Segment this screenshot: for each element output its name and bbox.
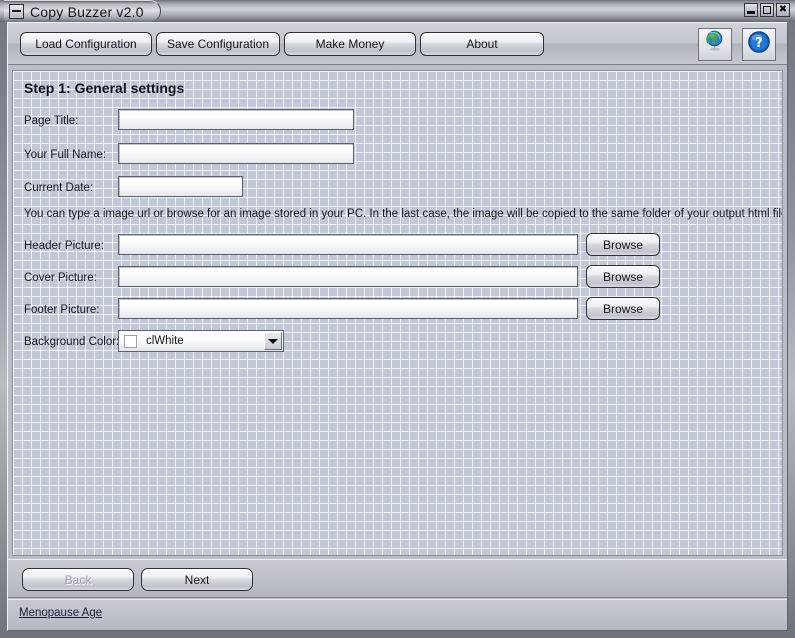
footer-picture-browse-button[interactable]: Browse <box>586 297 660 320</box>
background-color-label: Background Color: <box>24 336 120 348</box>
picture-hint-text: You can type a image url or browse for a… <box>24 208 783 220</box>
full-name-input[interactable] <box>118 143 354 164</box>
title-tab: Copy Buzzer v2.0 <box>4 0 161 22</box>
globe-icon <box>703 30 727 59</box>
window-title: Copy Buzzer v2.0 <box>30 3 144 20</box>
toolbar: Load Configuration Save Configuration Ma… <box>8 23 787 65</box>
status-link[interactable]: Menopause Age <box>19 607 102 619</box>
save-configuration-button[interactable]: Save Configuration <box>156 32 280 56</box>
page-title-input[interactable] <box>118 109 354 130</box>
make-money-button[interactable]: Make Money <box>284 32 416 56</box>
minimize-icon <box>747 11 755 14</box>
title-bar: Copy Buzzer v2.0 ✖ <box>0 0 795 22</box>
navigation-panel: Back Next <box>8 559 787 598</box>
cover-picture-input[interactable] <box>118 266 578 287</box>
color-swatch <box>124 334 137 348</box>
full-name-label: Your Full Name: <box>24 149 107 161</box>
help-button[interactable]: ? <box>742 28 776 61</box>
next-button[interactable]: Next <box>141 568 253 591</box>
close-icon: ✖ <box>778 4 788 15</box>
close-button[interactable]: ✖ <box>776 3 790 17</box>
load-configuration-button[interactable]: Load Configuration <box>20 32 152 56</box>
footer-picture-label: Footer Picture: <box>24 304 100 316</box>
page-title: Step 1: General settings <box>24 80 185 96</box>
svg-text:?: ? <box>755 36 763 51</box>
current-date-input[interactable] <box>118 176 243 197</box>
maximize-button[interactable] <box>760 3 774 17</box>
cover-picture-browse-button[interactable]: Browse <box>586 265 660 288</box>
header-picture-browse-button[interactable]: Browse <box>586 233 660 256</box>
background-color-select[interactable]: clWhite <box>118 330 284 352</box>
window-controls: ✖ <box>744 3 790 17</box>
chevron-down-icon[interactable] <box>264 332 282 350</box>
system-menu-icon[interactable] <box>9 4 24 19</box>
header-picture-input[interactable] <box>118 234 578 255</box>
back-button[interactable]: Back <box>22 568 134 591</box>
window-frame: Copy Buzzer v2.0 ✖ Load Configuration Sa… <box>0 0 795 638</box>
minimize-button[interactable] <box>744 3 758 17</box>
background-color-value: clWhite <box>146 335 184 347</box>
status-bar: Menopause Age <box>8 599 787 630</box>
page-title-label: Page Title: <box>24 115 79 127</box>
website-button[interactable] <box>698 28 732 61</box>
footer-picture-input[interactable] <box>118 298 578 319</box>
maximize-icon <box>763 6 771 14</box>
application-window: Copy Buzzer v2.0 ✖ Load Configuration Sa… <box>0 0 795 638</box>
about-button[interactable]: About <box>420 32 544 56</box>
current-date-label: Current Date: <box>24 182 94 194</box>
header-picture-label: Header Picture: <box>24 240 104 252</box>
help-icon: ? <box>747 30 771 59</box>
cover-picture-label: Cover Picture: <box>24 272 97 284</box>
main-panel: Step 1: General settings Page Title: You… <box>12 70 783 556</box>
